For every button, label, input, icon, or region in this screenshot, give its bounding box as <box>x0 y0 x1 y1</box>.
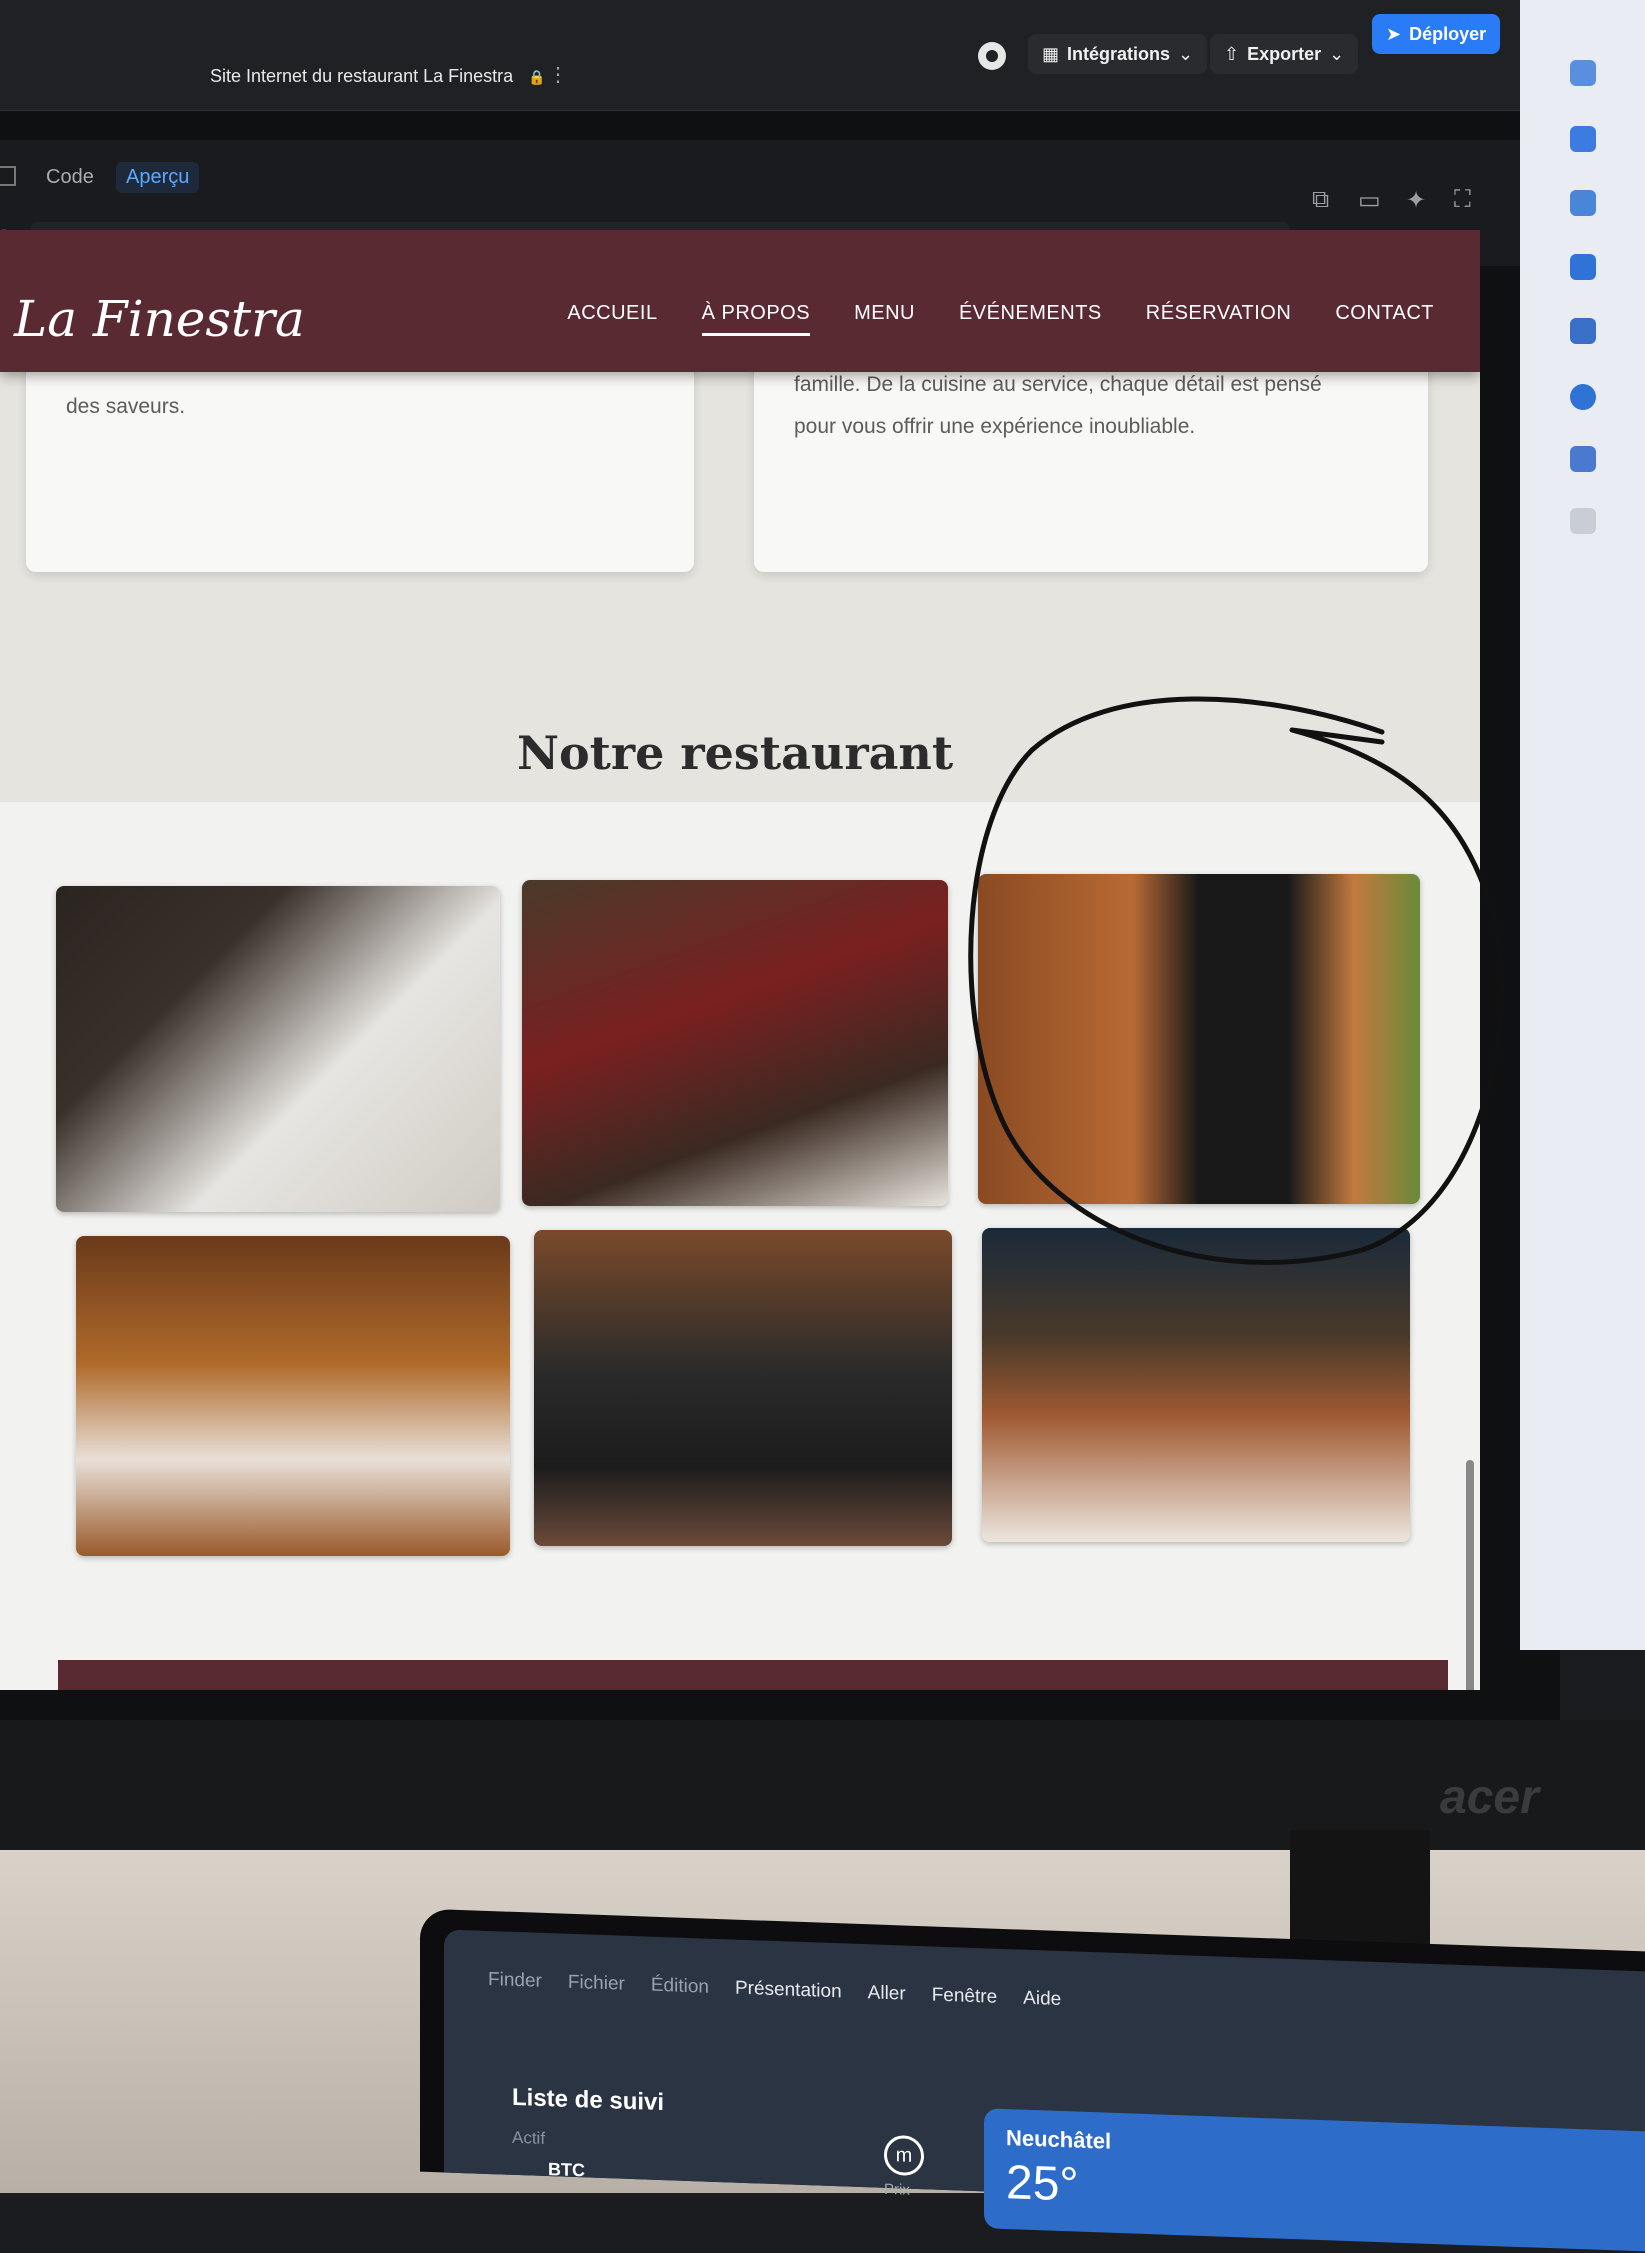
menu-fenetre[interactable]: Fenêtre <box>932 1984 997 2008</box>
tab-code[interactable]: Code <box>36 162 104 193</box>
inbox-icon[interactable] <box>1570 60 1596 86</box>
watchlist-sub: Actif <box>512 2127 546 2148</box>
integrations-icon: ▦ <box>1042 43 1060 64</box>
deploy-label: Déployer <box>1409 23 1487 44</box>
share-icon: ⇧ <box>1224 43 1240 64</box>
chevron-down-icon: ⌄ <box>1178 43 1194 64</box>
watchlist-title: Liste de suivi <box>512 2083 665 2117</box>
project-title-text: Site Internet du restaurant La Finestra <box>210 66 514 86</box>
rocket-icon: ➤ <box>1386 23 1402 44</box>
network-icon[interactable] <box>1570 318 1596 344</box>
nav-reservation[interactable]: RÉSERVATION <box>1146 302 1292 336</box>
gallery-photo-dining-room[interactable] <box>76 1236 510 1556</box>
monitor-brand-logo: acer <box>1440 1771 1539 1824</box>
gallery-photo-bar[interactable] <box>982 1228 1410 1542</box>
nav-menu[interactable]: MENU <box>854 302 915 336</box>
nav-a-propos[interactable]: À PROPOS <box>701 302 811 336</box>
coinmarketcap-icon[interactable]: m <box>884 2134 924 2177</box>
fullscreen-icon[interactable]: ⛶ <box>1454 186 1471 214</box>
site-nav: ACCUEIL À PROPOS MENU ÉVÉNEMENTS RÉSERVA… <box>567 302 1434 336</box>
view-tabs-bar: Code Aperçu <box>0 140 1520 210</box>
menu-finder[interactable]: Finder <box>488 1969 542 1993</box>
menu-edition[interactable]: Édition <box>651 1975 709 1999</box>
gallery-photo-service[interactable] <box>522 880 948 1206</box>
preview-scrollbar[interactable] <box>1466 1460 1474 1690</box>
cloud-icon[interactable] <box>1570 384 1596 410</box>
watchlist-btc[interactable]: BTC <box>548 2159 585 2181</box>
nav-accueil[interactable]: ACCUEIL <box>567 302 657 336</box>
about-card-left-text: des saveurs. <box>66 395 186 418</box>
integrations-button[interactable]: ▦ Intégrations ⌄ <box>1028 34 1208 74</box>
menu-fichier[interactable]: Fichier <box>568 1972 625 1996</box>
export-label: Exporter <box>1247 43 1322 64</box>
menu-aide[interactable]: Aide <box>1023 1988 1061 2011</box>
site-footer <box>58 1660 1448 1690</box>
device-preview-icon[interactable]: ▭ <box>1358 186 1381 215</box>
panel-toggle-icon[interactable] <box>0 166 16 186</box>
laptop: Finder Fichier Édition Présentation Alle… <box>420 1908 1645 2253</box>
laptop-screen: Finder Fichier Édition Présentation Alle… <box>444 1929 1645 2253</box>
gallery-photo-truffle[interactable] <box>56 886 500 1212</box>
watchlist-price-header: Prix <box>884 2180 910 2199</box>
calendar-icon[interactable] <box>1570 126 1596 152</box>
more-options-icon[interactable]: ⋮ <box>548 62 568 87</box>
apps-grid-icon[interactable] <box>1570 508 1596 534</box>
chevron-down-icon: ⌄ <box>1329 43 1345 64</box>
side-app-window <box>1520 0 1645 1650</box>
editor-topbar: Site Internet du restaurant La Finestra … <box>0 0 1520 111</box>
nav-evenements[interactable]: ÉVÉNEMENTS <box>959 302 1102 336</box>
people-icon[interactable] <box>1570 190 1596 216</box>
about-card-right-line2: pour vous offrir une expérience inoublia… <box>794 415 1196 438</box>
integrations-label: Intégrations <box>1067 43 1171 64</box>
weather-widget[interactable]: Neuchâtel 25° <box>984 2108 1645 2253</box>
settings-icon[interactable] <box>1570 446 1596 472</box>
checkmark-icon[interactable] <box>1570 254 1596 280</box>
inspect-icon[interactable]: ✦ <box>1406 186 1426 215</box>
site-preview: des saveurs. famille. De la cuisine au s… <box>0 230 1480 1690</box>
github-icon[interactable] <box>978 42 1006 70</box>
site-logo[interactable]: La Finestra <box>14 290 305 348</box>
gallery-title: Notre restaurant <box>516 726 954 780</box>
monitor-screen: Site Internet du restaurant La Finestra … <box>0 0 1560 1830</box>
gallery-photo-chef[interactable] <box>978 874 1420 1204</box>
tab-preview[interactable]: Aperçu <box>116 162 200 193</box>
weather-temp: 25° <box>1006 2156 1079 2212</box>
project-title[interactable]: Site Internet du restaurant La Finestra … <box>210 66 546 87</box>
export-button[interactable]: ⇧ Exporter ⌄ <box>1210 34 1359 74</box>
weather-city: Neuchâtel <box>1006 2125 1112 2154</box>
lock-icon: 🔒 <box>528 69 546 85</box>
deploy-button[interactable]: ➤ Déployer <box>1372 14 1501 54</box>
open-external-icon[interactable]: ⧉ <box>1312 186 1329 214</box>
menu-presentation[interactable]: Présentation <box>735 1978 842 2004</box>
site-header: La Finestra ACCUEIL À PROPOS MENU ÉVÉNEM… <box>0 230 1480 372</box>
nav-contact[interactable]: CONTACT <box>1335 302 1434 336</box>
mac-menubar: Finder Fichier Édition Présentation Alle… <box>444 1967 1061 2011</box>
gallery-photo-team[interactable] <box>534 1230 952 1546</box>
menu-aller[interactable]: Aller <box>868 1982 906 2005</box>
